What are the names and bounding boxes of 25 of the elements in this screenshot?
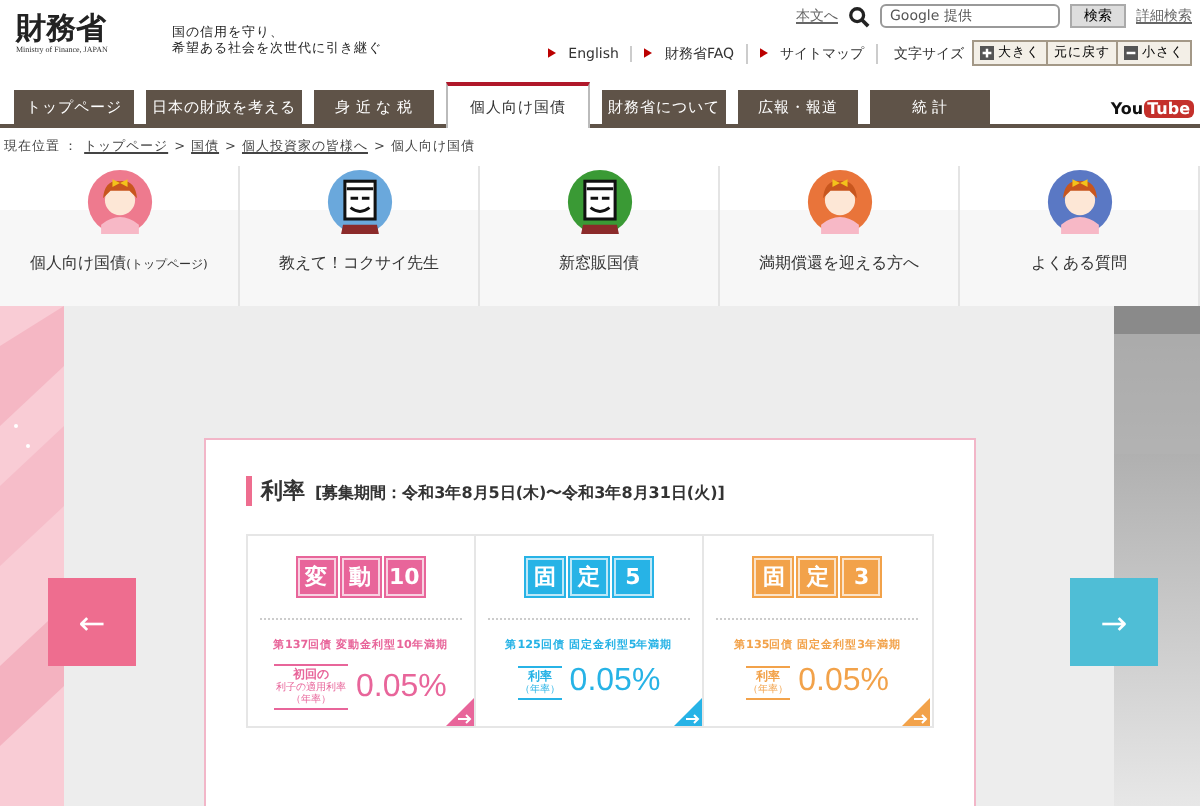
minus-icon — [1124, 46, 1138, 60]
logo-text[interactable]: 財務省 — [16, 12, 172, 44]
search-icon — [848, 5, 870, 27]
bond-type-tile: 定 — [567, 556, 610, 598]
youtube-logo[interactable]: You Tube — [1110, 92, 1194, 124]
interest-rate: 0.05% — [569, 664, 661, 700]
triangle-icon — [548, 48, 557, 58]
bond-type-tile: 10 — [383, 556, 426, 598]
bond-type-tile: 5 — [611, 556, 654, 598]
interest-rate: 0.05% — [355, 669, 447, 705]
bond-type-tile: 固 — [752, 556, 795, 598]
bond-type-tile: 3 — [840, 556, 883, 598]
triangle-icon — [644, 48, 653, 58]
interest-rate: 0.05% — [798, 664, 889, 700]
bond-type-tile: 定 — [796, 556, 839, 598]
application-period: [募集期間：令和3年8月5日(木)〜令和3年8月31日(火)] — [315, 482, 725, 504]
plus-icon — [980, 46, 994, 60]
arrow-icon — [674, 698, 703, 726]
triangle-icon — [760, 48, 768, 58]
bond-type-tile: 固 — [523, 556, 566, 598]
bond-type-tile: 変 — [295, 556, 338, 598]
section-title: 利率 — [261, 476, 305, 506]
arrow-icon — [902, 698, 931, 726]
arrow-icon — [445, 698, 474, 726]
bond-type-tile: 動 — [339, 556, 382, 598]
